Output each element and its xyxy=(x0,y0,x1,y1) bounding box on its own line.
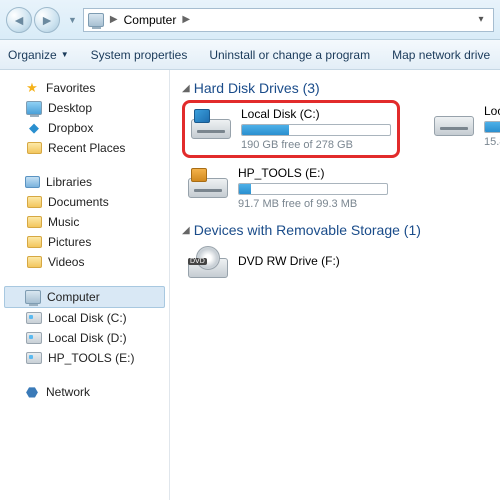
history-dropdown-icon[interactable]: ▼ xyxy=(68,15,77,25)
favorites-group: ▷ ★ Favorites Desktop ◆ Dropbox Recent P… xyxy=(4,78,165,158)
hdd-row-2: HP_TOOLS (E:) 91.7 MB free of 99.3 MB xyxy=(188,166,500,210)
desktop-icon xyxy=(26,100,42,116)
folder-icon xyxy=(26,214,42,230)
computer-header[interactable]: ▷ Computer xyxy=(4,286,165,308)
drive-free-text: 15.8 GB fr xyxy=(484,136,500,148)
nav-item-label: Local Disk (D:) xyxy=(48,331,127,345)
nav-item-label: Videos xyxy=(48,255,84,269)
back-button[interactable]: ◄ xyxy=(6,7,32,33)
network-header[interactable]: ▷ ⬣ Network xyxy=(4,382,165,402)
nav-item-drive-e[interactable]: HP_TOOLS (E:) xyxy=(4,348,165,368)
breadcrumb-sep-icon[interactable]: ▶ xyxy=(180,14,192,25)
favorites-label: Favorites xyxy=(46,81,95,95)
nav-item-music[interactable]: Music xyxy=(4,212,165,232)
capacity-bar xyxy=(484,121,500,133)
libraries-icon xyxy=(24,174,40,190)
dvd-drive-icon: DVD xyxy=(188,246,228,278)
map-network-drive-button[interactable]: Map network drive xyxy=(392,48,490,62)
drive-d[interactable]: Local Dis 15.8 GB fr xyxy=(434,104,500,154)
dropbox-icon: ◆ xyxy=(26,120,42,136)
star-icon: ★ xyxy=(24,80,40,96)
titlebar: ◄ ► ▼ ▶ Computer ▶ ▾ xyxy=(0,0,500,40)
nav-item-desktop[interactable]: Desktop xyxy=(4,98,165,118)
drive-name: Local Disk (C:) xyxy=(241,107,391,121)
drive-icon xyxy=(188,166,228,198)
nav-item-drive-d[interactable]: Local Disk (D:) xyxy=(4,328,165,348)
nav-item-label: Local Disk (C:) xyxy=(48,311,127,325)
computer-icon xyxy=(25,289,41,305)
nav-item-label: Desktop xyxy=(48,101,92,115)
network-group: ▷ ⬣ Network xyxy=(4,382,165,402)
capacity-bar xyxy=(241,124,391,136)
drive-name: Local Dis xyxy=(484,104,500,118)
drive-c[interactable]: Local Disk (C:) 190 GB free of 278 GB xyxy=(182,100,400,158)
drive-name: HP_TOOLS (E:) xyxy=(238,166,388,180)
nav-item-label: Pictures xyxy=(48,235,91,249)
drive-e[interactable]: HP_TOOLS (E:) 91.7 MB free of 99.3 MB xyxy=(188,166,388,210)
drive-icon xyxy=(26,310,42,326)
collapse-icon[interactable]: ◢ xyxy=(182,225,190,236)
favorites-header[interactable]: ▷ ★ Favorites xyxy=(4,78,165,98)
breadcrumb-sep-icon[interactable]: ▶ xyxy=(108,14,120,25)
main: ▷ ★ Favorites Desktop ◆ Dropbox Recent P… xyxy=(0,70,500,500)
system-properties-button[interactable]: System properties xyxy=(91,48,188,62)
drive-free-text: 190 GB free of 278 GB xyxy=(241,139,391,151)
nav-item-pictures[interactable]: Pictures xyxy=(4,232,165,252)
folder-icon xyxy=(26,234,42,250)
network-icon: ⬣ xyxy=(24,384,40,400)
organize-menu[interactable]: Organize ▼ xyxy=(8,48,69,62)
content-pane: ◢ Hard Disk Drives (3) Local Disk (C:) 1… xyxy=(170,70,500,500)
folder-icon xyxy=(26,194,42,210)
drive-free-text: 91.7 MB free of 99.3 MB xyxy=(238,198,388,210)
nav-item-label: Dropbox xyxy=(48,121,93,135)
nav-item-videos[interactable]: Videos xyxy=(4,252,165,272)
hdd-row-1: Local Disk (C:) 190 GB free of 278 GB Lo… xyxy=(188,104,500,154)
libraries-label: Libraries xyxy=(46,175,92,189)
nav-item-documents[interactable]: Documents xyxy=(4,192,165,212)
folder-icon xyxy=(26,140,42,156)
libraries-group: ▷ Libraries Documents Music Pictures Vid… xyxy=(4,172,165,272)
address-dropdown-icon[interactable]: ▾ xyxy=(473,14,489,25)
drive-icon xyxy=(26,330,42,346)
capacity-bar xyxy=(238,183,388,195)
navigation-pane: ▷ ★ Favorites Desktop ◆ Dropbox Recent P… xyxy=(0,70,170,500)
network-label: Network xyxy=(46,385,90,399)
drive-icon xyxy=(434,104,474,136)
nav-item-dropbox[interactable]: ◆ Dropbox xyxy=(4,118,165,138)
breadcrumb-computer[interactable]: Computer xyxy=(124,13,177,27)
collapse-icon[interactable]: ◢ xyxy=(182,83,190,94)
computer-label: Computer xyxy=(47,290,100,304)
chevron-down-icon: ▼ xyxy=(61,50,69,59)
nav-item-label: Documents xyxy=(48,195,109,209)
forward-button[interactable]: ► xyxy=(34,7,60,33)
toolbar: Organize ▼ System properties Uninstall o… xyxy=(0,40,500,70)
computer-group: ▷ Computer Local Disk (C:) Local Disk (D… xyxy=(4,286,165,368)
removable-section-header[interactable]: ◢ Devices with Removable Storage (1) xyxy=(182,222,500,238)
folder-icon xyxy=(26,254,42,270)
nav-item-label: Recent Places xyxy=(48,141,125,155)
drive-icon xyxy=(26,350,42,366)
drive-name: DVD RW Drive (F:) xyxy=(238,254,388,268)
drive-f-dvd[interactable]: DVD DVD RW Drive (F:) xyxy=(188,246,388,278)
nav-item-label: HP_TOOLS (E:) xyxy=(48,351,134,365)
address-bar[interactable]: ▶ Computer ▶ ▾ xyxy=(83,8,494,32)
nav-item-drive-c[interactable]: Local Disk (C:) xyxy=(4,308,165,328)
organize-label: Organize xyxy=(8,48,57,62)
hdd-section-header[interactable]: ◢ Hard Disk Drives (3) xyxy=(182,80,500,96)
drive-icon xyxy=(191,107,231,139)
removable-row: DVD DVD RW Drive (F:) xyxy=(188,246,500,278)
hdd-section-title: Hard Disk Drives (3) xyxy=(194,80,320,96)
nav-item-recent[interactable]: Recent Places xyxy=(4,138,165,158)
computer-icon xyxy=(88,12,104,28)
removable-section-title: Devices with Removable Storage (1) xyxy=(194,222,421,238)
nav-item-label: Music xyxy=(48,215,79,229)
libraries-header[interactable]: ▷ Libraries xyxy=(4,172,165,192)
uninstall-button[interactable]: Uninstall or change a program xyxy=(209,48,370,62)
nav-buttons: ◄ ► xyxy=(6,7,60,33)
